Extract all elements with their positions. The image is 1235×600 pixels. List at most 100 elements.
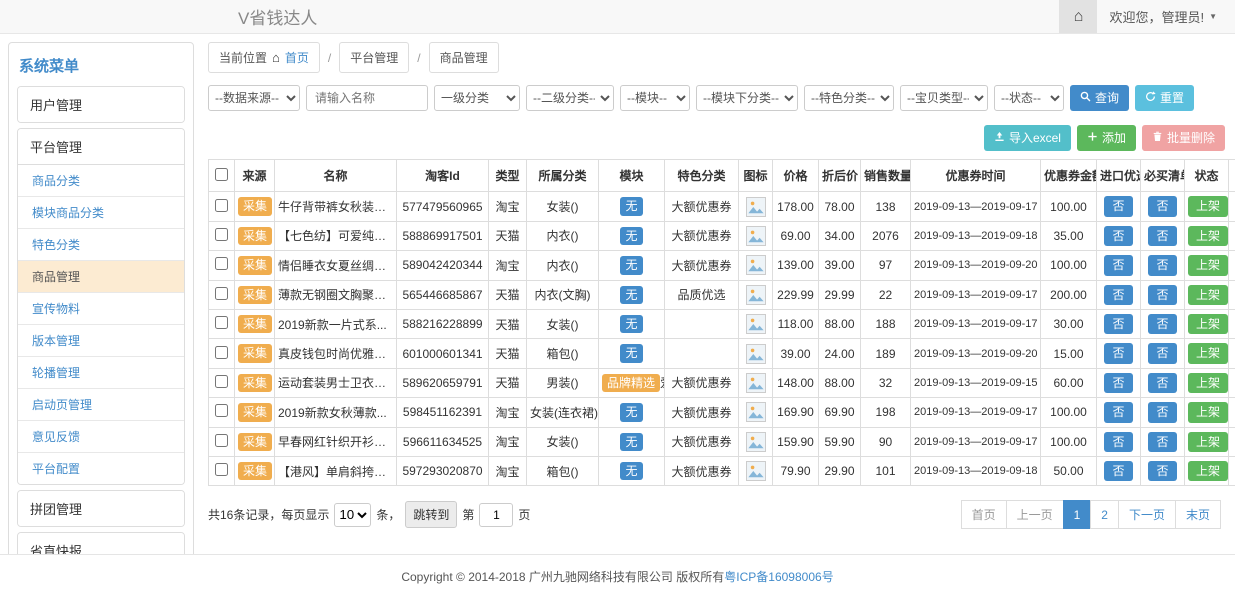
sidebar-subitem-特色分类[interactable]: 特色分类 (18, 229, 184, 261)
filter-select-6[interactable]: --宝贝类型-- (900, 85, 988, 111)
status-button[interactable]: 上架 (1188, 226, 1228, 246)
row-checkbox[interactable] (215, 316, 228, 329)
sidebar-subitem-商品分类[interactable]: 商品分类 (18, 165, 184, 197)
home-icon: ⌂ (1074, 8, 1084, 26)
sidebar-subitem-宣传物料[interactable]: 宣传物料 (18, 293, 184, 325)
icon-cell (739, 456, 773, 485)
sidebar-subitem-平台配置[interactable]: 平台配置 (18, 453, 184, 484)
row-checkbox[interactable] (215, 404, 228, 417)
must-buy-button[interactable]: 否 (1148, 285, 1176, 305)
sidebar-subitem-意见反馈[interactable]: 意见反馈 (18, 421, 184, 453)
sidebar-item-平台管理[interactable]: 平台管理 (18, 129, 184, 164)
must-buy-button[interactable]: 否 (1148, 432, 1176, 452)
row-checkbox[interactable] (215, 257, 228, 270)
breadcrumb-item-platform[interactable]: 平台管理 (339, 42, 409, 73)
page-size-select[interactable]: 10 (334, 503, 371, 527)
must-buy-button[interactable]: 否 (1148, 343, 1176, 363)
page-button-下一页[interactable]: 下一页 (1118, 500, 1176, 529)
source-badge: 采集 (238, 315, 272, 333)
row-checkbox[interactable] (215, 463, 228, 476)
status-button[interactable]: 上架 (1188, 343, 1228, 363)
must-buy-button[interactable]: 否 (1148, 461, 1176, 481)
user-menu[interactable]: 欢迎您，管理员! ▼ (1097, 7, 1235, 26)
status-button[interactable]: 上架 (1188, 255, 1228, 275)
import-select-button[interactable]: 否 (1104, 196, 1132, 216)
module-cell: 无 (599, 280, 665, 309)
import-select-button[interactable]: 否 (1104, 432, 1132, 452)
name-search-input[interactable] (306, 85, 428, 111)
add-button[interactable]: 添加 (1077, 125, 1136, 151)
import-select-button[interactable]: 否 (1104, 402, 1132, 422)
filter-select-1[interactable]: 一级分类 (434, 85, 520, 111)
status-button[interactable]: 上架 (1188, 373, 1228, 393)
status-button[interactable]: 上架 (1188, 461, 1228, 481)
sidebar-subitem-启动页管理[interactable]: 启动页管理 (18, 389, 184, 421)
module-cell: 无 (599, 192, 665, 221)
row-checkbox[interactable] (215, 199, 228, 212)
must-buy-button[interactable]: 否 (1148, 226, 1176, 246)
search-button[interactable]: 查询 (1070, 85, 1129, 111)
batch-delete-button[interactable]: 批量删除 (1142, 125, 1225, 151)
import-select-button[interactable]: 否 (1104, 314, 1132, 334)
taoke-id: 589042420344 (397, 251, 489, 280)
sidebar-item-拼团管理[interactable]: 拼团管理 (18, 491, 184, 526)
product-name: 早春网红针织开衫女春... (275, 427, 397, 456)
sidebar-subitem-模块商品分类[interactable]: 模块商品分类 (18, 197, 184, 229)
breadcrumb-current: 当前位置 ⌂ 首页 (208, 42, 320, 73)
page-button-1[interactable]: 1 (1063, 500, 1092, 529)
page-button-末页[interactable]: 末页 (1175, 500, 1221, 529)
status-button[interactable]: 上架 (1188, 196, 1228, 216)
import-select-button[interactable]: 否 (1104, 343, 1132, 363)
import-select-button[interactable]: 否 (1104, 373, 1132, 393)
page-button-首页[interactable]: 首页 (961, 500, 1007, 529)
product-name: 2019新款一片式系... (275, 309, 397, 338)
breadcrumb-item-goods[interactable]: 商品管理 (429, 42, 499, 73)
sidebar-subitem-轮播管理[interactable]: 轮播管理 (18, 357, 184, 389)
jump-button[interactable]: 跳转到 (405, 501, 457, 528)
row-checkbox[interactable] (215, 346, 228, 359)
must-buy-button[interactable]: 否 (1148, 255, 1176, 275)
icp-link[interactable]: 粤ICP备16098006号 (724, 570, 833, 584)
import-select-button[interactable]: 否 (1104, 285, 1132, 305)
page-number-input[interactable] (479, 503, 513, 527)
filter-select-2[interactable]: --二级分类-- (526, 85, 614, 111)
filter-select-4[interactable]: --模块下分类-- (696, 85, 798, 111)
module-badge: 无 (620, 227, 642, 245)
import-select-cell: 否 (1097, 280, 1141, 309)
import-select-button[interactable]: 否 (1104, 461, 1132, 481)
must-buy-button[interactable]: 否 (1148, 314, 1176, 334)
filter-select-7[interactable]: --状态-- (994, 85, 1064, 111)
row-checkbox[interactable] (215, 434, 228, 447)
table-row: 采集2019新款一片式系...588216228899天猫女装()无118.00… (209, 309, 1235, 338)
import-select-button[interactable]: 否 (1104, 255, 1132, 275)
filter-select-3[interactable]: --模块-- (620, 85, 690, 111)
row-checkbox[interactable] (215, 375, 228, 388)
sidebar-item-用户管理[interactable]: 用户管理 (18, 87, 184, 122)
import-excel-button[interactable]: 导入excel (984, 125, 1071, 151)
sidebar-subitem-商品管理[interactable]: 商品管理 (18, 261, 184, 293)
import-select-cell: 否 (1097, 398, 1141, 427)
sidebar-subitem-版本管理[interactable]: 版本管理 (18, 325, 184, 357)
row-checkbox[interactable] (215, 228, 228, 241)
status-button[interactable]: 上架 (1188, 402, 1228, 422)
row-checkbox[interactable] (215, 287, 228, 300)
page-button-2[interactable]: 2 (1090, 500, 1119, 529)
filter-select-5[interactable]: --特色分类-- (804, 85, 894, 111)
must-buy-button[interactable]: 否 (1148, 196, 1176, 216)
reset-button[interactable]: 重置 (1135, 85, 1194, 111)
filter-select-0[interactable]: --数据来源-- (208, 85, 300, 111)
status-button[interactable]: 上架 (1188, 314, 1228, 334)
breadcrumb-home-link[interactable]: 首页 (285, 49, 309, 66)
status-button[interactable]: 上架 (1188, 432, 1228, 452)
table-row: 采集牛仔背带裤女秋装减龄...577479560965淘宝女装()无大额优惠券1… (209, 192, 1235, 221)
column-header-11: 销售数量 (861, 160, 911, 192)
page-button-上一页[interactable]: 上一页 (1006, 500, 1064, 529)
status-button[interactable]: 上架 (1188, 285, 1228, 305)
sidebar-item-省直快报[interactable]: 省直快报 (18, 533, 184, 554)
import-select-button[interactable]: 否 (1104, 226, 1132, 246)
must-buy-button[interactable]: 否 (1148, 373, 1176, 393)
select-all-checkbox[interactable] (215, 168, 228, 181)
home-button[interactable]: ⌂ (1059, 0, 1097, 33)
source-badge: 采集 (238, 256, 272, 274)
must-buy-button[interactable]: 否 (1148, 402, 1176, 422)
